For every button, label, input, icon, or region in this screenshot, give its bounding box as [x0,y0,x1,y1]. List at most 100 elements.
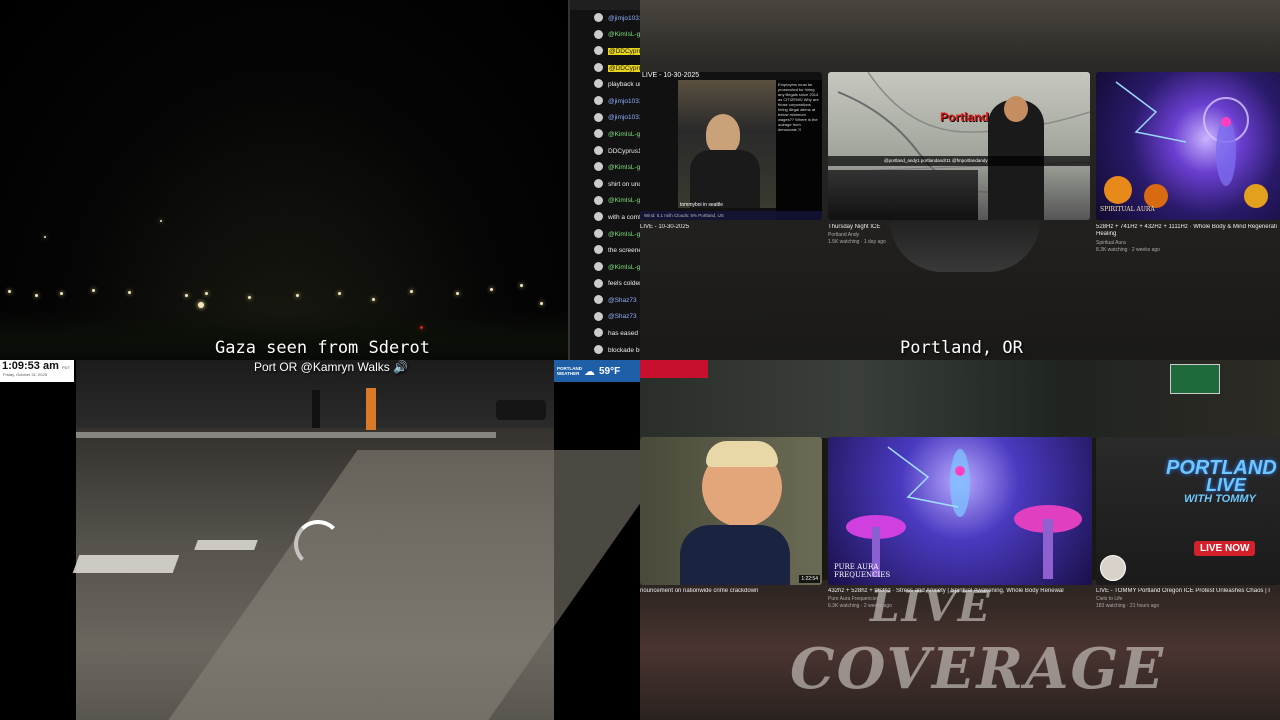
user-avatar[interactable] [594,178,603,188]
live-now-badge: LIVE NOW [1194,541,1256,556]
gaza-caption: Gaza seen from Sderot [215,338,430,358]
user-avatar[interactable] [594,311,603,321]
chat-message[interactable]: @KimIsL-g2r [570,226,640,243]
chat-username: shirt on under r [608,180,640,188]
coverage-banner: COVERAGE [790,636,1165,702]
overlay-caption: tommyboi in seattle [680,202,724,208]
chat-username: @jimjo1031 [608,114,640,122]
loading-spinner [294,520,342,568]
user-avatar[interactable] [594,245,603,255]
video-title[interactable]: 528Hz + 741Hz + 432Hz + 1111Hz · Whole B… [1096,224,1280,230]
video-title[interactable]: nouncement on nationwide crime crackdown [640,588,822,594]
coverage-video-grid: LIVE COVERAGE 1:22:54 nouncement on nati… [640,360,1280,720]
chat-message[interactable]: @jimjo1031 [570,93,640,110]
user-avatar[interactable] [594,13,603,22]
chat-message[interactable]: @KimIsL-g2r [570,27,640,44]
user-avatar[interactable] [594,162,603,172]
user-avatar[interactable] [594,29,603,39]
chat-username: with a comfort [608,213,640,221]
chat-message[interactable]: @KimIsL-g2r [570,193,640,210]
user-avatar[interactable] [594,112,603,122]
chat-message[interactable]: @KimIsL-g2r [570,126,640,143]
user-avatar[interactable] [594,344,603,354]
user-avatar[interactable] [594,95,603,105]
user-avatar[interactable] [594,46,603,56]
live-date-label: LIVE - 10-30-2025 [642,72,700,79]
chat-message-list[interactable]: @jimjo1031 @KimIsL-g2r @DDCyprus1C @DDCypru… [570,10,640,358]
chat-message[interactable]: @jimjo1031 [570,10,640,27]
crosswalk-stripe [72,555,180,573]
chat-message[interactable]: playback until w [570,76,640,93]
cam-title: Port OR @Kamryn Walks 🔊 [254,360,408,374]
video-thumbnail-pure-aura[interactable]: PURE AURA FREQUENCIES [828,437,1092,585]
user-avatar[interactable] [594,278,603,288]
pedestrian-orange [366,388,376,430]
chat-message[interactable]: shirt on under r [570,176,640,193]
user-avatar[interactable] [594,79,603,89]
video-thumbnail-spiritual-aura[interactable]: SPIRITUAL AURA [1096,72,1280,220]
weather-temp: 59°F [599,365,621,377]
chat-message[interactable]: DDCyprus1Clid [570,143,640,160]
chat-message[interactable]: has eased the [570,325,640,342]
user-avatar[interactable] [594,62,603,72]
channel-name[interactable]: Cielo to Life [1096,596,1122,602]
chat-message[interactable]: @KimIsL-g2r [570,259,640,276]
video-title[interactable]: 432hz + 528hz + 963hz · Stress and Anxie… [828,588,1092,594]
video-thumbnail-tommy-live[interactable]: PORTLAND LIVE WITH TOMMY LIVE NOW [1096,437,1280,585]
clock-time: 1:09:53 am [2,360,59,372]
chat-message[interactable]: @KimIsL-g2r [570,159,640,176]
chat-message[interactable]: @jimjo1031 [570,110,640,127]
weather-label: PORTLAND WEATHER [557,366,582,376]
chat-message[interactable]: the screened in [570,242,640,259]
crosswalk-stripe [194,540,258,550]
chat-username: @KimIsL-g2r [608,197,640,205]
video-thumbnail-thursday-ice[interactable]: Portland Andy @portland_andy1 portlandan… [828,72,1090,220]
chat-username: blockade but a [608,346,640,354]
chat-message[interactable]: blockade but a [570,342,640,359]
street-cam-panel[interactable]: 1:09:53 am PDT Friday, October 31, 2025 … [0,360,640,720]
video-thumbnail-live-1030[interactable]: LIVE - 10-30-2025 Employers must be pros… [640,72,822,220]
chat-username: @DDCyprus1C [608,64,640,72]
brand-overlay: SPIRITUAL AURA [1100,206,1155,213]
street-sign [1170,364,1220,394]
distant-light [160,220,162,222]
user-avatar[interactable] [594,129,603,139]
user-avatar[interactable] [594,295,603,305]
chat-message[interactable]: @Shaz73 [570,292,640,309]
video-meta: 1.5K watching · 1 day ago [828,239,886,245]
speaker-suit [680,525,790,585]
user-avatar[interactable] [594,328,603,338]
energy-figure [1104,81,1268,208]
chat-username: DDCyprus1Clid [608,147,640,155]
user-avatar[interactable] [594,228,603,238]
video-title[interactable]: LIVE - TOMMY Portland Oregon ICE Protest… [1096,588,1280,594]
chat-message[interactable]: @DDCyprus1C [570,60,640,77]
streamer-face [1004,96,1028,122]
video-thumbnail-crime-crackdown[interactable]: 1:22:54 [640,437,822,585]
user-avatar[interactable] [594,195,603,205]
channel-avatar[interactable] [1100,555,1126,581]
chat-username: the screened in [608,247,640,255]
user-avatar[interactable] [594,261,603,271]
chat-username: @jimjo1031 [608,14,640,22]
chat-username: @KimIsL-g2r [608,31,640,39]
video-title[interactable]: LIVE - 10-30-2025 [640,224,822,230]
channel-name[interactable]: Spiritual Aura [1096,240,1126,246]
chat-username: @jimjo1031 [608,97,640,105]
live-chat-panel[interactable]: @jimjo1031 @KimIsL-g2r @DDCyprus1C @DDCypru… [568,0,640,360]
chat-username: @Shaz73 [608,313,637,321]
user-avatar[interactable] [594,145,603,155]
channel-name[interactable]: Pure Aura Frequencies [828,596,879,602]
chat-username: has eased the [608,330,640,338]
gaza-stream-panel[interactable]: Gaza seen from Sderot [0,0,568,360]
video-meta: 183 watching · 21 hours ago [1096,603,1160,609]
chat-message[interactable]: with a comfort [570,209,640,226]
video-title[interactable]: Thursday Night ICE [828,224,928,230]
channel-name[interactable]: Portland Andy [828,232,859,238]
chat-message[interactable]: @Shaz73 [570,309,640,326]
chat-message[interactable]: feels colder w [570,276,640,293]
cam-title-text: Port OR @Kamryn Walks [254,360,390,374]
user-avatar[interactable] [594,212,603,222]
video-title-line-2: Healing [1096,231,1117,237]
chat-message[interactable]: @DDCyprus1C [570,43,640,60]
